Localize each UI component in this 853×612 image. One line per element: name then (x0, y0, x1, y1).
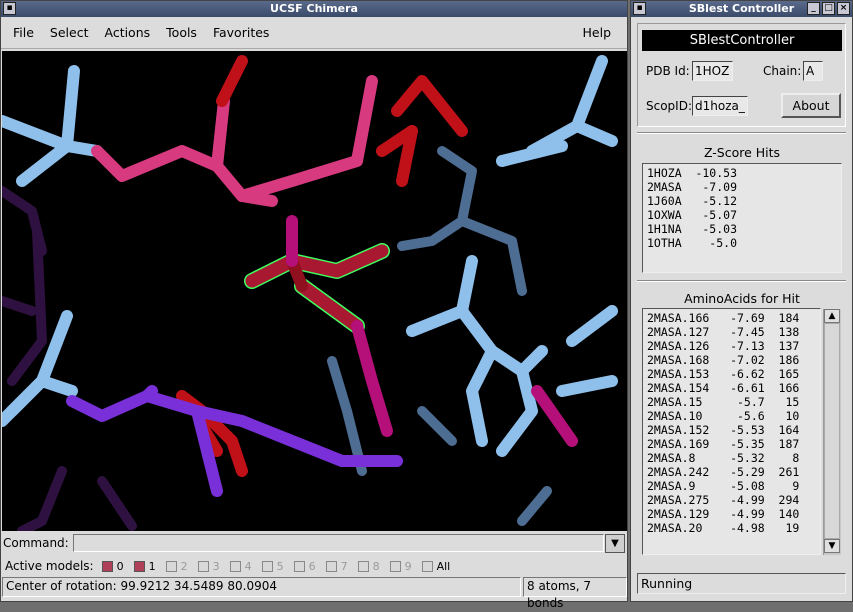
model-5-label: 5 (276, 559, 284, 573)
divider (637, 132, 846, 134)
about-button[interactable]: About (781, 93, 841, 118)
scroll-thumb[interactable] (824, 323, 840, 539)
scroll-up-icon[interactable]: ▲ (824, 309, 840, 323)
menu-select[interactable]: Select (50, 25, 89, 40)
list-item[interactable]: 2MASA.9 -5.08 9 (647, 479, 816, 493)
model-3-label: 3 (212, 559, 220, 573)
close-icon[interactable]: × (837, 2, 850, 15)
window-menu-icon[interactable]: ▪ (633, 2, 646, 15)
chimera-window: ▪ UCSF Chimera File Select Actions Tools… (0, 0, 628, 610)
command-history-dropdown[interactable]: ▼ (605, 533, 625, 553)
model-4-label: 4 (244, 559, 252, 573)
list-item[interactable]: 2MASA.126 -7.13 137 (647, 339, 816, 353)
chevron-down-icon: ▼ (611, 537, 619, 549)
list-item[interactable]: 1HOZA -10.53 (647, 166, 837, 180)
model-3-checkbox[interactable] (197, 560, 209, 572)
command-input[interactable] (72, 534, 604, 552)
command-label: Command: (3, 536, 69, 550)
model-2-label: 2 (180, 559, 188, 573)
list-item[interactable]: 2MASA.15 -5.7 15 (647, 395, 816, 409)
list-item[interactable]: 1OXWA -5.07 (647, 208, 837, 222)
minimize-icon[interactable]: _ (807, 2, 820, 15)
window-menu-icon[interactable]: ▪ (3, 2, 16, 15)
pink-sticks (91, 75, 378, 207)
model-8-checkbox[interactable] (357, 560, 369, 572)
list-item[interactable]: 2MASA.127 -7.45 138 (647, 325, 816, 339)
selection-status: 8 atoms, 7 bonds (523, 577, 627, 610)
selected-residue[interactable] (244, 243, 390, 334)
background-sticks (2, 186, 137, 531)
model-9-label: 9 (404, 559, 412, 573)
model-8-label: 8 (372, 559, 380, 573)
divider (637, 280, 846, 282)
list-item[interactable]: 2MASA.152 -5.53 164 (647, 423, 816, 437)
list-item[interactable]: 1H1NA -5.03 (647, 222, 837, 236)
rotation-center-status: Center of rotation: 99.9212 34.5489 80.0… (2, 577, 521, 597)
molecule-render[interactable] (2, 51, 627, 531)
chimera-title: UCSF Chimera (270, 2, 358, 15)
aminoacids-title: AminoAcids for Hit (684, 291, 800, 306)
list-item[interactable]: 2MASA.20 -4.98 19 (647, 521, 816, 535)
chimera-titlebar[interactable]: ▪ UCSF Chimera (1, 1, 627, 17)
chimera-statusbar: Center of rotation: 99.9212 34.5489 80.0… (2, 577, 627, 610)
pdb-id-label: PDB Id: (646, 64, 690, 78)
aminoacids-list[interactable]: 2MASA.166 -7.69 184 2MASA.127 -7.45 138 2M… (642, 308, 821, 555)
model-1-checkbox[interactable] (133, 560, 145, 572)
model-6-checkbox[interactable] (293, 560, 305, 572)
menu-help[interactable]: Help (583, 25, 612, 40)
menu-favorites[interactable]: Favorites (213, 25, 269, 40)
list-item[interactable]: 1OTHA -5.0 (647, 236, 837, 250)
list-item[interactable]: 2MASA.153 -6.62 165 (647, 367, 816, 381)
scop-id-label: ScopID: (646, 99, 692, 113)
list-item[interactable]: 2MASA.166 -7.69 184 (647, 311, 816, 325)
all-models-checkbox[interactable] (421, 560, 433, 572)
model-7-label: 7 (340, 559, 348, 573)
aminoacids-scrollbar[interactable]: ▲ ▼ (823, 309, 841, 555)
active-models-label: Active models: (5, 559, 94, 573)
scop-id-field[interactable]: d1hoza_ (692, 96, 748, 116)
model-6-label: 6 (308, 559, 316, 573)
lightblue-sticks (2, 55, 618, 457)
list-item[interactable]: 2MASA.129 -4.99 140 (647, 507, 816, 521)
maximize-icon[interactable]: □ (822, 2, 835, 15)
model-0-checkbox[interactable] (101, 560, 113, 572)
chimera-menubar: File Select Actions Tools Favorites Help (1, 17, 627, 49)
list-item[interactable]: 2MASA.169 -5.35 187 (647, 437, 816, 451)
command-row: Command: ▼ (3, 532, 625, 554)
model-0-label: 0 (116, 559, 124, 573)
list-item[interactable]: 2MASA.275 -4.99 294 (647, 493, 816, 507)
list-item[interactable]: 2MASA.8 -5.32 8 (647, 451, 816, 465)
zscore-hits-list[interactable]: 1HOZA -10.53 2MASA -7.09 1J60A -5.12 1OXWA … (642, 163, 842, 273)
model-2-checkbox[interactable] (165, 560, 177, 572)
chain-field[interactable]: A (803, 61, 823, 81)
list-item[interactable]: 2MASA.154 -6.61 166 (647, 381, 816, 395)
run-status: Running (637, 573, 846, 594)
menu-file[interactable]: File (13, 25, 34, 40)
chain-label: Chain: (763, 64, 802, 78)
sblest-window: ▪ SBlest Controller _ □ × SBlestControll… (630, 0, 853, 602)
sblest-title: SBlest Controller (688, 2, 795, 15)
list-item[interactable]: 2MASA -7.09 (647, 180, 837, 194)
model-7-checkbox[interactable] (325, 560, 337, 572)
model-9-checkbox[interactable] (389, 560, 401, 572)
active-models-row: Active models: 0 1 2 3 4 5 6 7 8 9 All (5, 556, 460, 576)
model-4-checkbox[interactable] (229, 560, 241, 572)
list-item[interactable]: 2MASA.10 -5.6 10 (647, 409, 816, 423)
zscore-title: Z-Score Hits (703, 145, 781, 160)
pdb-id-field[interactable]: 1HOZ (692, 61, 733, 81)
list-item[interactable]: 2MASA.242 -5.29 261 (647, 465, 816, 479)
model-5-checkbox[interactable] (261, 560, 273, 572)
menu-actions[interactable]: Actions (104, 25, 150, 40)
sblest-titlebar[interactable]: ▪ SBlest Controller _ □ × (631, 1, 852, 17)
list-item[interactable]: 2MASA.168 -7.02 186 (647, 353, 816, 367)
model-1-label: 1 (148, 559, 156, 573)
all-models-label: All (436, 559, 451, 573)
list-item[interactable]: 1J60A -5.12 (647, 194, 837, 208)
molecule-viewport[interactable] (2, 51, 627, 531)
menu-tools[interactable]: Tools (166, 25, 197, 40)
controller-header: SBlestController (642, 30, 842, 51)
scroll-down-icon[interactable]: ▼ (824, 539, 840, 553)
